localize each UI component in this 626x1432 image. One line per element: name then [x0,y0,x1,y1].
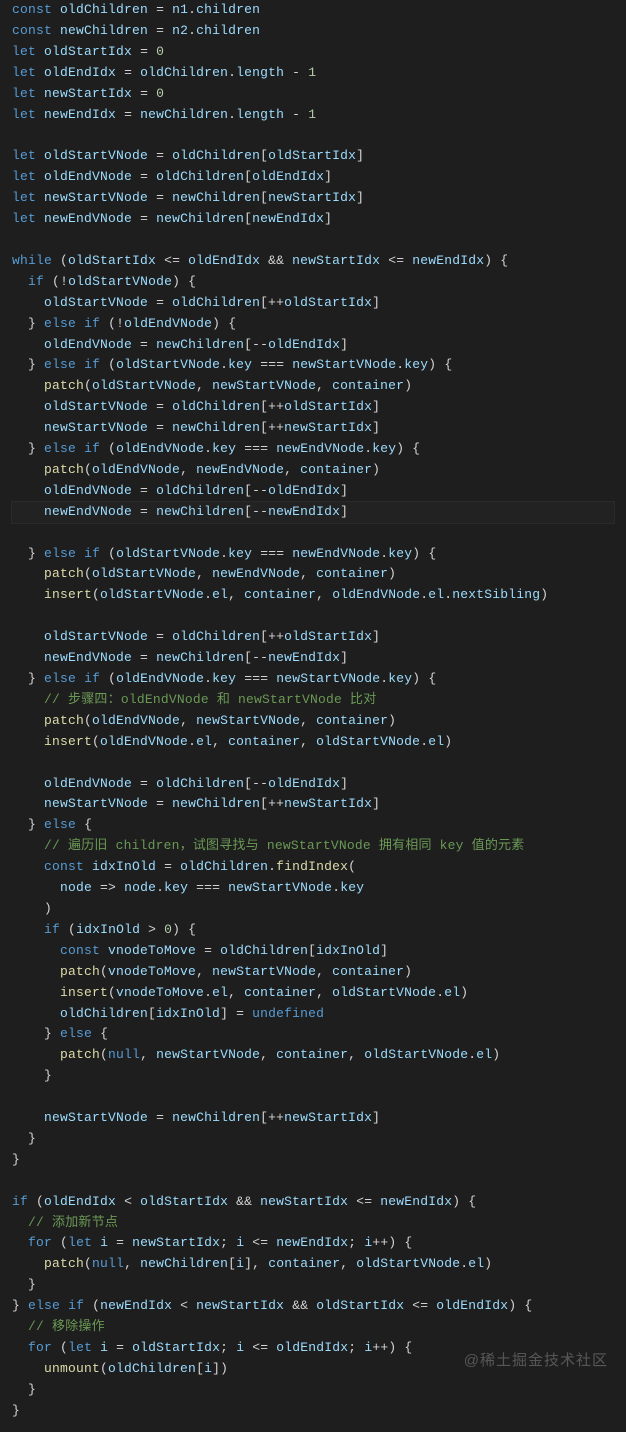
code-editor-content[interactable]: const oldChildren = n1.children const ne… [0,0,626,1432]
